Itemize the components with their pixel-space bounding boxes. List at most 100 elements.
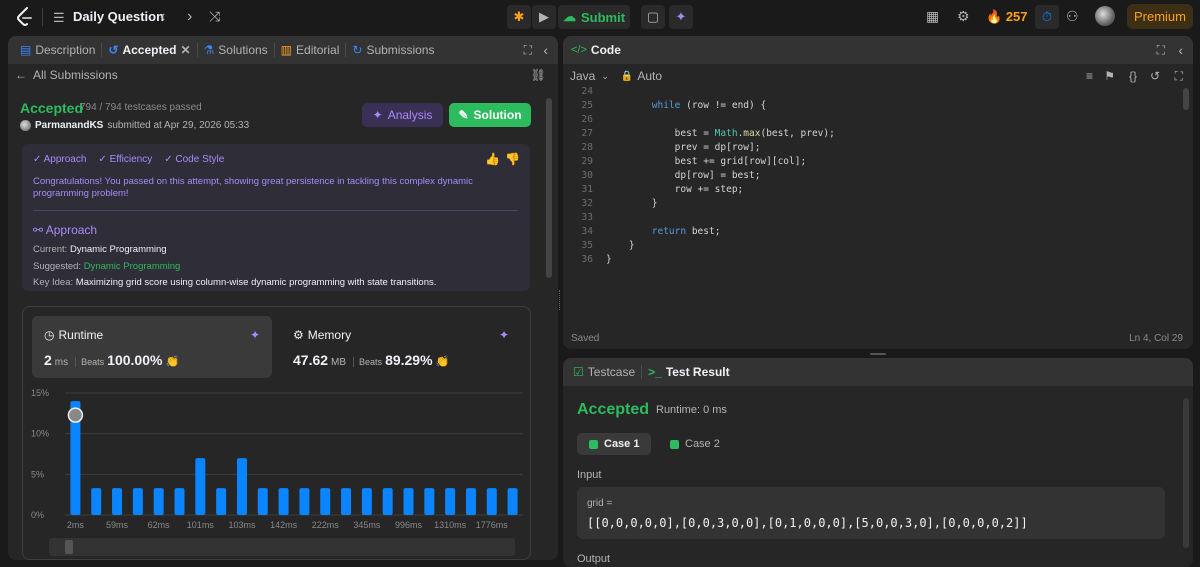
code-line[interactable]: dp[row] = best; <box>606 170 761 181</box>
chart-bar[interactable] <box>153 488 164 515</box>
collapse-icon[interactable]: ‹ <box>1178 42 1183 58</box>
maximize-icon[interactable]: ⛶ <box>1157 43 1165 58</box>
tab-description[interactable]: ▤ Description <box>14 43 101 57</box>
chart-range-slider[interactable] <box>49 538 515 556</box>
chart-bar[interactable] <box>91 488 102 515</box>
input-box[interactable]: grid = [[0,0,0,0,0],[0,0,3,0,0],[0,1,0,0… <box>577 487 1165 539</box>
next-problem-icon[interactable]: › <box>187 8 192 26</box>
solution-button[interactable]: ✎ Solution <box>449 103 531 127</box>
code-editor[interactable]: 24 25 while (row != end) {26 27 best = Mat… <box>563 86 1183 326</box>
code-line[interactable]: best += grid[row][col]; <box>606 156 807 167</box>
chart-bar[interactable] <box>382 488 393 515</box>
chart-bar[interactable] <box>174 488 185 515</box>
code-line[interactable]: prev = dp[row]; <box>606 142 761 153</box>
code-line[interactable]: best = Math.max(best, prev); <box>606 128 835 139</box>
code-line[interactable]: return best; <box>606 226 721 237</box>
format-icon[interactable]: ≡ <box>1086 69 1093 83</box>
chart-bar[interactable] <box>486 488 497 515</box>
lock-icon: 🔒 <box>620 70 634 82</box>
settings-gear-icon[interactable]: ⚙ <box>957 8 970 25</box>
maximize-icon[interactable]: ⛶ <box>524 43 532 58</box>
chart-bar[interactable] <box>236 458 247 515</box>
thumbs-down-icon[interactable]: 👎 <box>505 152 520 166</box>
tag-label: Efficiency <box>109 154 153 165</box>
tab-solutions[interactable]: ⚗ Solutions <box>198 43 274 57</box>
chart-bar[interactable] <box>299 488 310 515</box>
leetcode-logo-icon[interactable] <box>16 7 34 27</box>
prev-problem-icon[interactable]: ‹ <box>160 8 165 26</box>
horizontal-splitter[interactable] <box>870 353 886 355</box>
ai-button[interactable]: ✦ <box>669 5 693 29</box>
chevron-down-icon[interactable]: ⌄ <box>601 71 609 82</box>
feedback-message: Congratulations! You passed on this atte… <box>33 176 473 199</box>
debug-button[interactable]: ✱ <box>507 5 531 29</box>
sparkle-icon[interactable]: ✦ <box>499 328 509 342</box>
approach-suggested: Suggested: Dynamic Programming <box>33 261 180 272</box>
close-tab-icon[interactable]: ✕ <box>180 43 190 57</box>
user-avatar[interactable] <box>1095 6 1115 26</box>
result-scrollbar[interactable] <box>1183 398 1189 548</box>
code-line[interactable]: while (row != end) { <box>606 100 766 111</box>
braces-icon[interactable]: {} <box>1129 69 1137 83</box>
chart-bar[interactable] <box>195 458 206 515</box>
problem-list-title[interactable]: Daily Question <box>73 9 164 24</box>
submit-button[interactable]: ☁ Submit <box>558 5 630 29</box>
collapse-icon[interactable]: ‹ <box>543 42 548 58</box>
premium-button[interactable]: Premium <box>1127 4 1193 29</box>
problem-list-icon[interactable]: ☰ <box>53 10 65 26</box>
chart-bar[interactable] <box>112 488 123 515</box>
performance-stats: ◷ Runtime ✦ 2 ms Beats 100.00% 👏 ⚙ Memor… <box>22 306 531 560</box>
author-name[interactable]: ParmanandKS <box>35 120 103 131</box>
author-avatar[interactable] <box>20 120 31 131</box>
vertical-splitter[interactable] <box>559 290 562 310</box>
case-2-tab[interactable]: Case 2 <box>658 433 732 455</box>
run-button[interactable]: ▶ <box>532 5 556 29</box>
fullscreen-icon[interactable]: ⛶ <box>1175 69 1183 84</box>
chart-bar[interactable] <box>507 488 518 515</box>
code-line[interactable]: } <box>606 198 658 209</box>
chart-bar[interactable] <box>320 488 331 515</box>
chart-bar[interactable] <box>216 488 227 515</box>
case-1-tab[interactable]: Case 1 <box>577 433 652 455</box>
chart-bar[interactable] <box>278 488 289 515</box>
tab-editorial[interactable]: ▥ Editorial <box>275 43 346 57</box>
chart-bar[interactable] <box>257 488 268 515</box>
memory-card[interactable]: ⚙ Memory ✦ 47.62 MB Beats 89.29% 👏 <box>281 316 521 378</box>
notes-button[interactable]: ▢ <box>641 5 665 29</box>
code-line[interactable]: } <box>606 240 635 251</box>
tab-test-result[interactable]: >_ Test Result <box>642 365 735 379</box>
shuffle-icon[interactable]: ⤨ <box>209 8 220 25</box>
tab-submissions[interactable]: ↻ Submissions <box>346 43 440 57</box>
scrollbar[interactable] <box>546 98 552 278</box>
tab-label: Solutions <box>218 43 268 57</box>
tab-testcase[interactable]: ☑ Testcase <box>567 365 641 379</box>
chart-bar[interactable] <box>465 488 476 515</box>
autocomplete-mode[interactable]: Auto <box>637 69 662 83</box>
language-select[interactable]: Java <box>570 69 595 83</box>
slider-handle[interactable] <box>65 540 73 554</box>
chart-bar[interactable] <box>341 488 352 515</box>
chart-bar[interactable] <box>132 488 143 515</box>
code-line[interactable]: row += step; <box>606 184 744 195</box>
chart-bar[interactable] <box>424 488 435 515</box>
chart-bar[interactable] <box>361 488 372 515</box>
tab-accepted[interactable]: ↺ Accepted ✕ <box>102 43 196 57</box>
sparkle-icon[interactable]: ✦ <box>250 328 260 342</box>
bookmark-icon[interactable]: ⚑ <box>1104 69 1115 83</box>
thumbs-up-icon[interactable]: 👍 <box>485 152 500 166</box>
code-line[interactable]: } <box>606 254 612 265</box>
runtime-card[interactable]: ◷ Runtime ✦ 2 ms Beats 100.00% 👏 <box>32 316 272 378</box>
back-arrow-icon[interactable]: ← <box>15 68 27 82</box>
streak-counter[interactable]: 🔥 257 <box>986 9 1028 25</box>
analysis-button[interactable]: ✦ Analysis <box>362 103 443 127</box>
cursor-position: Ln 4, Col 29 <box>1129 333 1183 344</box>
share-link-icon[interactable]: ⛓ <box>531 68 546 82</box>
add-friend-icon[interactable]: ⚇ <box>1066 8 1079 25</box>
chart-bar[interactable] <box>403 488 414 515</box>
editor-scrollbar[interactable] <box>1183 88 1189 110</box>
timer-button[interactable]: ⏱ <box>1035 5 1059 29</box>
all-submissions-link[interactable]: All Submissions <box>33 68 118 82</box>
reset-icon[interactable]: ↺ <box>1150 69 1160 83</box>
layout-icon[interactable]: ▦ <box>926 8 939 25</box>
chart-bar[interactable] <box>445 488 456 515</box>
